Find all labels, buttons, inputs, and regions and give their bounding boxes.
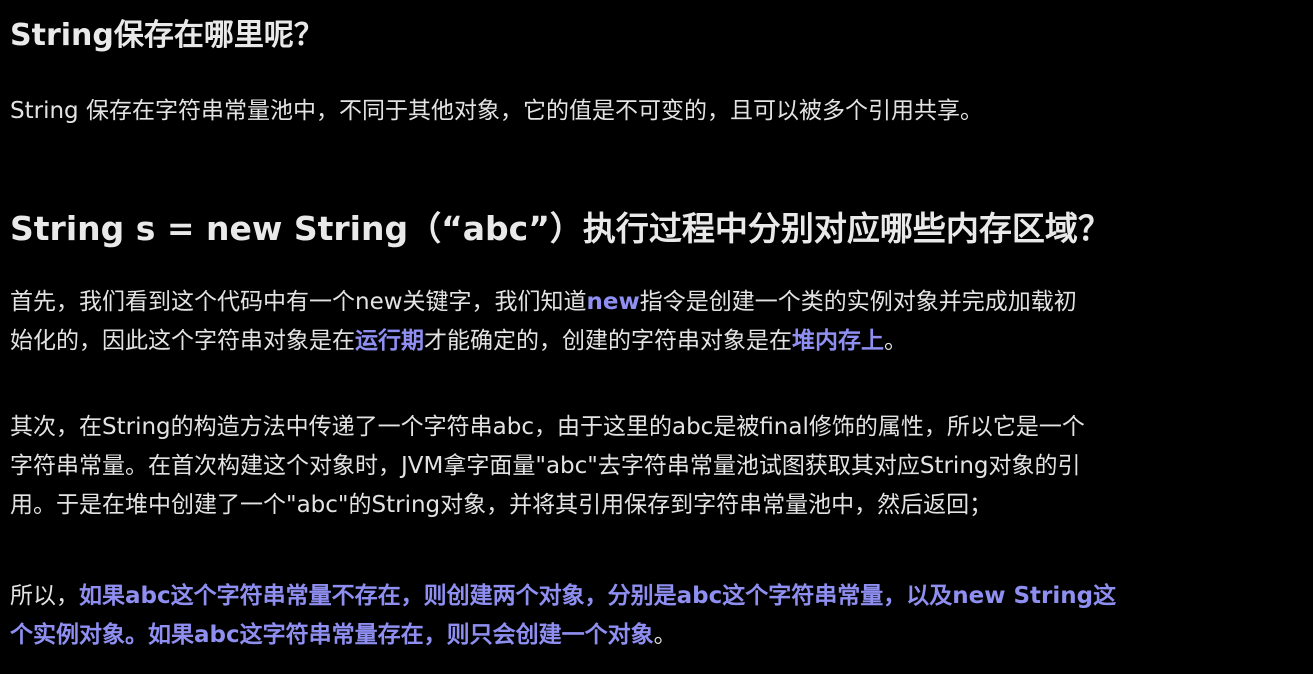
text-run: 才能确定的，创建的字符串对象是在	[424, 328, 792, 354]
section-heading-string-storage: String保存在哪里呢？	[10, 18, 324, 53]
text-run: 始化的，因此这个字符串对象是在	[10, 328, 355, 354]
highlight-conclusion: 如果abc这个字符串常量不存在，则创建两个对象，分别是abc这个字符串常量，以及…	[79, 583, 1117, 609]
paragraph-constructor: 其次，在String的构造方法中传递了一个字符串abc，由于这里的abc是被fi…	[10, 408, 1303, 525]
text-run: 指令是创建一个类的实例对象并完成加载初	[639, 289, 1077, 315]
paragraph-line: 其次，在String的构造方法中传递了一个字符串abc，由于这里的abc是被fi…	[10, 414, 1085, 440]
highlight-heap: 堆内存上	[792, 328, 884, 354]
text-run: 首先，我们看到这个代码中有一个new关键字，我们知道	[10, 289, 587, 315]
paragraph-string-pool: String 保存在字符串常量池中，不同于其他对象，它的值是不可变的，且可以被多…	[10, 92, 1303, 131]
paragraph-line: 所以，如果abc这个字符串常量不存在，则创建两个对象，分别是abc这个字符串常量…	[10, 577, 1303, 616]
text-run: 所以，	[10, 583, 79, 609]
text-run: 。	[884, 328, 907, 354]
paragraph-line: 字符串常量。在首次构建这个对象时，JVM拿字面量"abc"去字符串常量池试图获取…	[10, 453, 1081, 479]
section-heading-new-string-memory: String s = new String（“abc”）执行过程中分别对应哪些内…	[10, 209, 1111, 248]
article-page: String保存在哪里呢？ String 保存在字符串常量池中，不同于其他对象，…	[0, 0, 1313, 674]
highlight-new: new	[586, 289, 640, 315]
paragraph-text: String 保存在字符串常量池中，不同于其他对象，它的值是不可变的，且可以被多…	[10, 98, 983, 124]
paragraph-line: 始化的，因此这个字符串对象是在运行期才能确定的，创建的字符串对象是在堆内存上。	[10, 322, 1303, 361]
text-run: 。	[653, 622, 677, 648]
paragraph-conclusion: 所以，如果abc这个字符串常量不存在，则创建两个对象，分别是abc这个字符串常量…	[10, 577, 1303, 655]
paragraph-new-keyword: 首先，我们看到这个代码中有一个new关键字，我们知道new指令是创建一个类的实例…	[10, 283, 1303, 361]
highlight-runtime: 运行期	[355, 328, 424, 354]
paragraph-line: 个实例对象。如果abc这字符串常量存在，则只会创建一个对象。	[10, 616, 1303, 655]
highlight-conclusion: 个实例对象。如果abc这字符串常量存在，则只会创建一个对象	[10, 622, 654, 648]
paragraph-line: 首先，我们看到这个代码中有一个new关键字，我们知道new指令是创建一个类的实例…	[10, 283, 1303, 322]
paragraph-line: 用。于是在堆中创建了一个"abc"的String对象，并将其引用保存到字符串常量…	[10, 492, 993, 518]
